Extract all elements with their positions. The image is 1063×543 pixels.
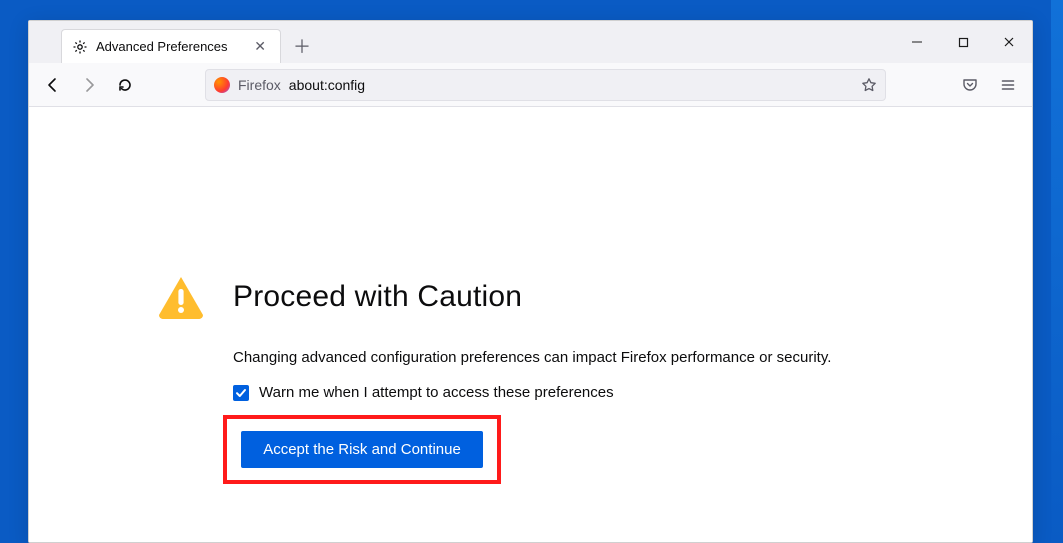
back-button[interactable] (37, 69, 69, 101)
bookmark-star-icon[interactable] (861, 77, 877, 93)
browser-window: Advanced Preferences ✕ ＋ Fire (28, 20, 1033, 543)
tab-close-icon[interactable]: ✕ (250, 36, 270, 57)
save-to-pocket-icon[interactable] (954, 69, 986, 101)
app-menu-button[interactable] (992, 69, 1024, 101)
address-bar[interactable]: Firefox about:config (205, 69, 886, 101)
forward-button[interactable] (73, 69, 105, 101)
warning-body: Changing advanced configuration preferen… (233, 349, 897, 366)
caution-panel: Proceed with Caution Changing advanced c… (157, 275, 897, 484)
close-window-button[interactable] (986, 26, 1032, 58)
firefox-icon (214, 77, 230, 93)
warn-checkbox[interactable] (233, 385, 249, 401)
tab-advanced-preferences[interactable]: Advanced Preferences ✕ (61, 29, 281, 63)
reload-button[interactable] (109, 69, 141, 101)
accept-highlight: Accept the Risk and Continue (223, 415, 501, 484)
identity-label: Firefox (238, 77, 281, 93)
page-content: Proceed with Caution Changing advanced c… (29, 107, 1032, 542)
page-heading: Proceed with Caution (233, 280, 522, 314)
warning-icon (157, 275, 205, 319)
titlebar: Advanced Preferences ✕ ＋ (29, 21, 1032, 63)
gear-icon (72, 39, 88, 55)
accept-risk-button[interactable]: Accept the Risk and Continue (241, 431, 483, 468)
warn-checkbox-label: Warn me when I attempt to access these p… (259, 384, 614, 401)
window-controls (894, 21, 1032, 63)
url-text: about:config (289, 77, 365, 93)
toolbar: Firefox about:config (29, 63, 1032, 107)
tab-title: Advanced Preferences (96, 39, 228, 54)
minimize-button[interactable] (894, 26, 940, 58)
new-tab-button[interactable]: ＋ (287, 31, 317, 61)
maximize-button[interactable] (940, 26, 986, 58)
